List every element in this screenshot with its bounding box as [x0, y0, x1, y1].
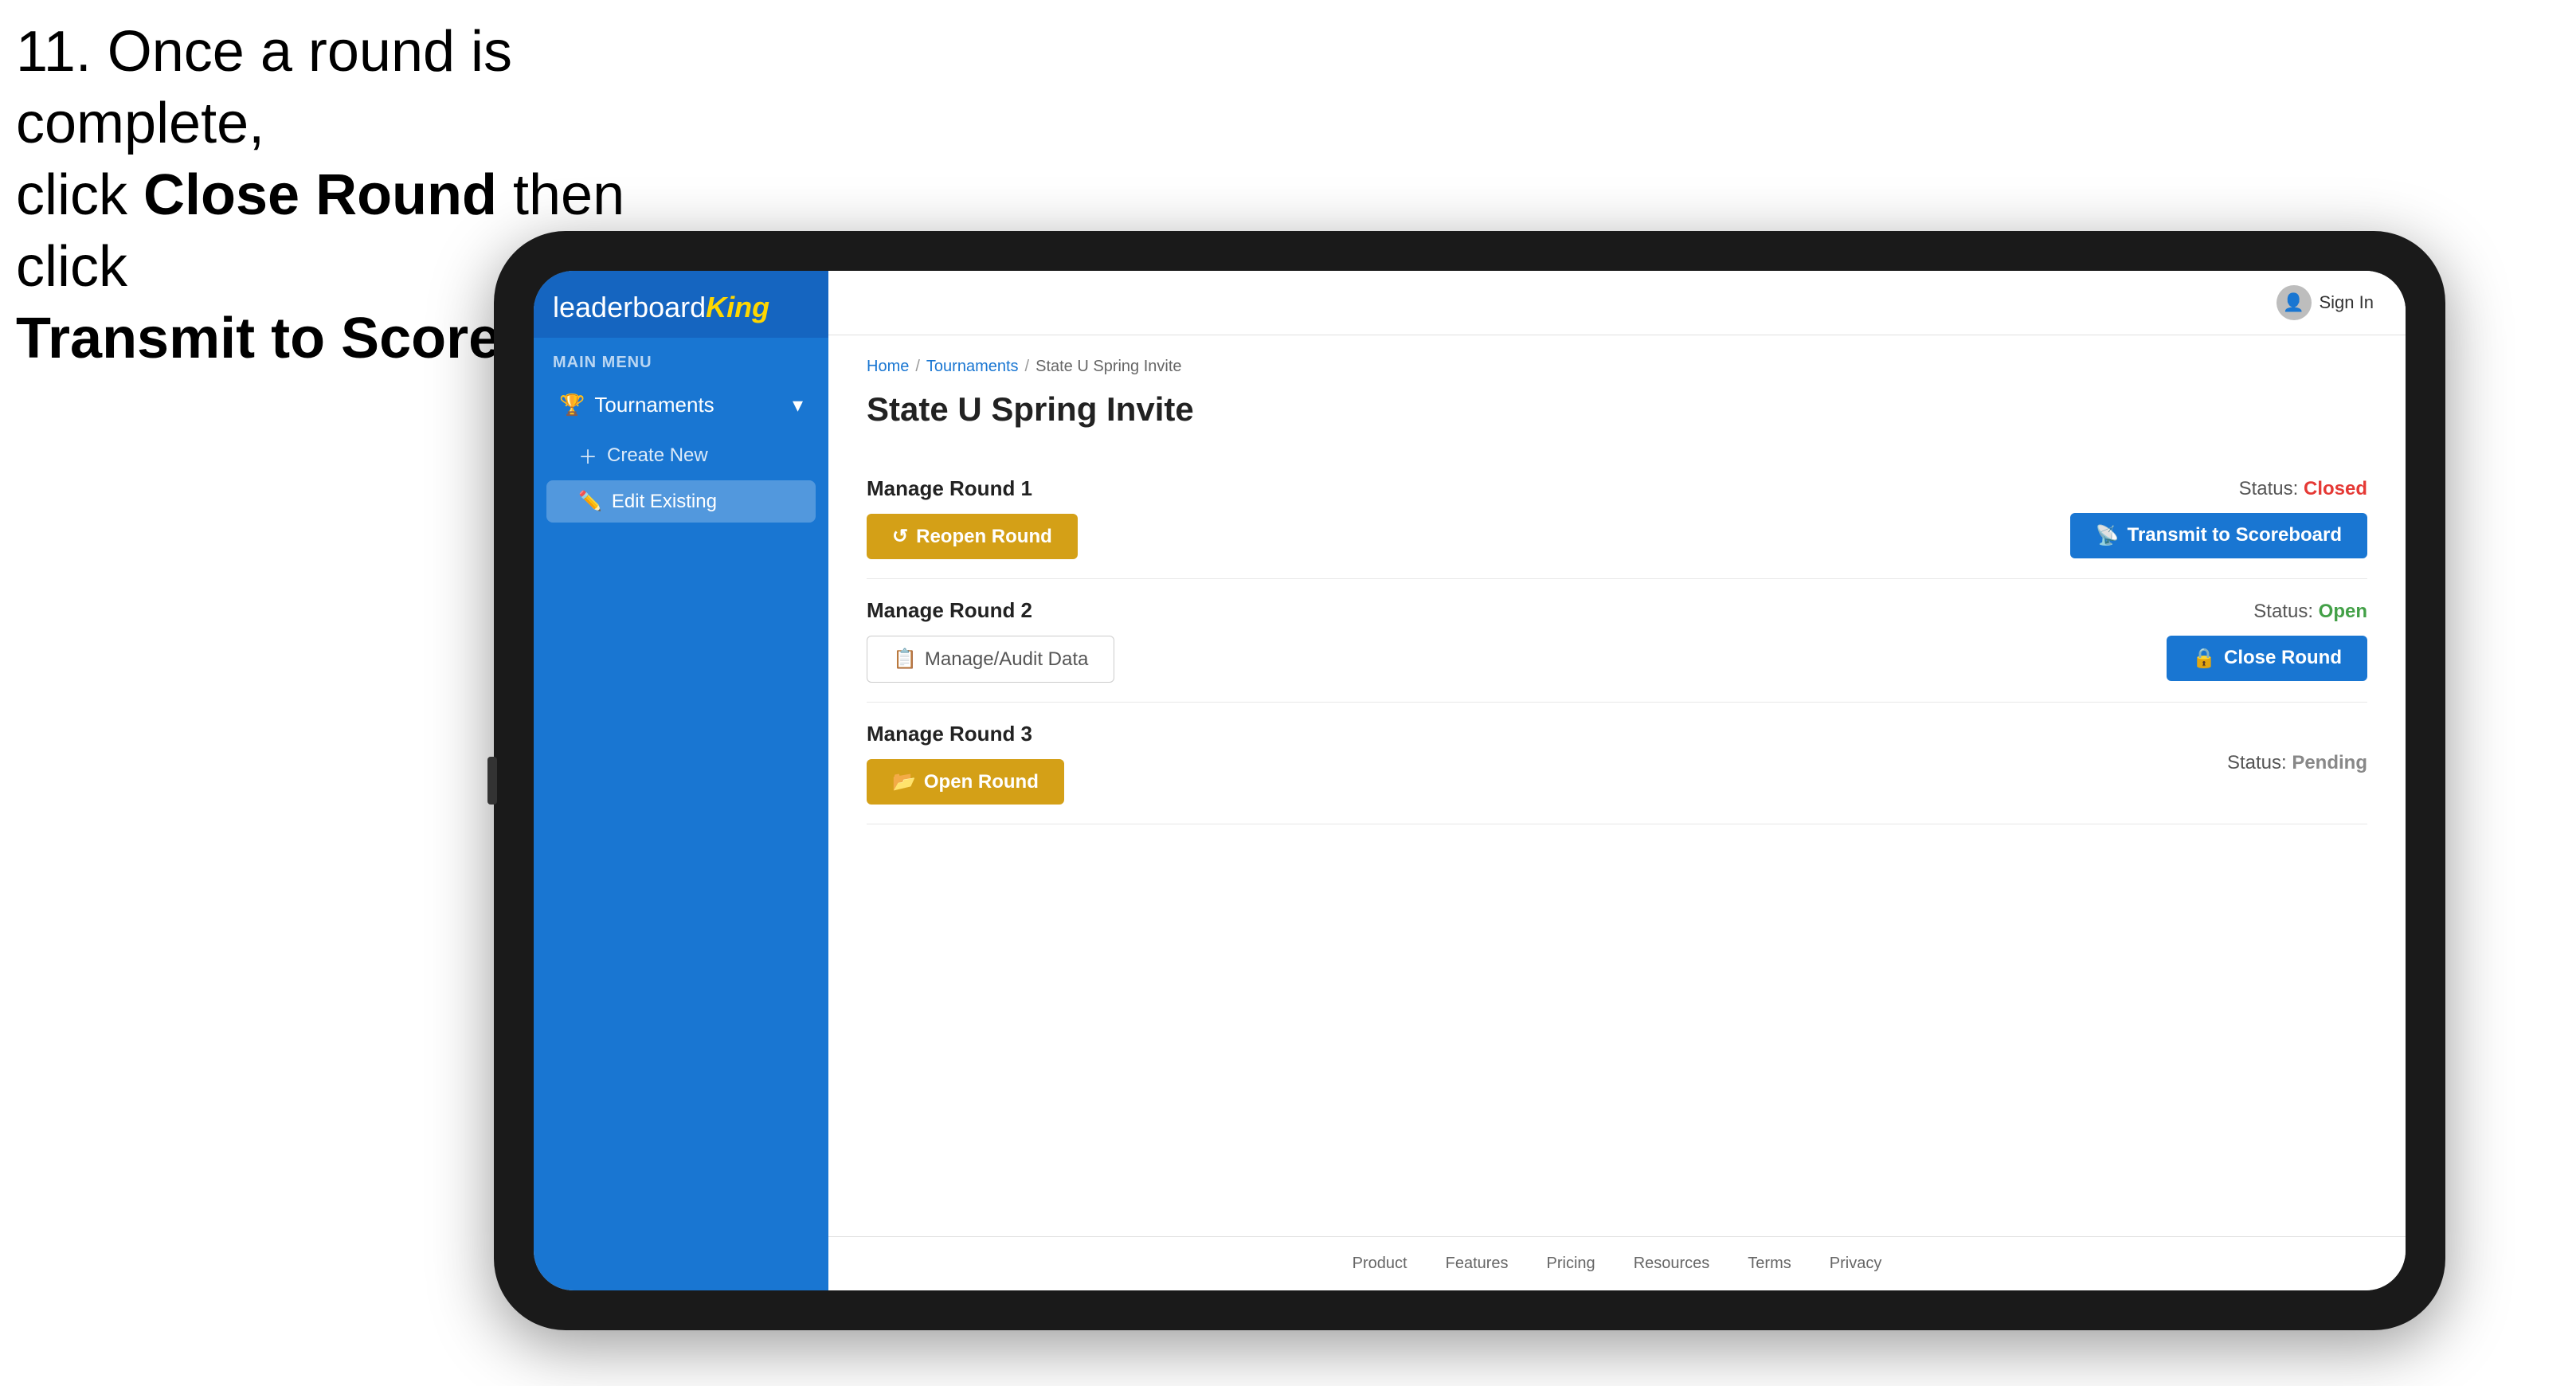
round-3-status: Status: Pending: [2227, 752, 2367, 774]
open-round-label: Open Round: [924, 771, 1039, 793]
round-3-section: Manage Round 3 📂 Open Round Status: Pend…: [867, 703, 2367, 824]
sidebar-item-create-new[interactable]: ＋ Create New: [546, 432, 816, 479]
top-bar: 👤 Sign In: [828, 271, 2406, 335]
round-1-title: Manage Round 1: [867, 476, 1078, 501]
edit-existing-label: Edit Existing: [612, 491, 717, 513]
logo: leaderboardKing: [553, 293, 809, 322]
logo-king: King: [706, 291, 769, 323]
round-2-status-value: Open: [2319, 601, 2367, 622]
footer-link-resources[interactable]: Resources: [1634, 1255, 1710, 1273]
sidebar-tournaments-label: Tournaments: [594, 393, 714, 417]
logo-leaderboard: leaderboard: [553, 291, 706, 323]
breadcrumb-sep2: /: [1025, 358, 1030, 376]
sidebar-logo: leaderboardKing: [534, 271, 828, 338]
sidebar-item-edit-existing[interactable]: ✏️ Edit Existing: [546, 480, 816, 523]
round-2-right: Status: Open 🔒 Close Round: [2167, 601, 2367, 681]
open-round-button[interactable]: 📂 Open Round: [867, 759, 1064, 805]
plus-icon: ＋: [578, 441, 597, 469]
create-new-label: Create New: [607, 444, 708, 467]
reopen-icon: ↺: [892, 525, 908, 548]
round-1-status-label: Status:: [2239, 478, 2304, 499]
footer-link-pricing[interactable]: Pricing: [1547, 1255, 1595, 1273]
sidebar-menu: MAIN MENU 🏆 Tournaments ▾ ＋ Create New: [534, 338, 828, 532]
sidebar-item-tournaments[interactable]: 🏆 Tournaments ▾: [546, 382, 816, 429]
round-2-title: Manage Round 2: [867, 598, 1114, 623]
footer-link-product[interactable]: Product: [1353, 1255, 1407, 1273]
chevron-down-icon: ▾: [793, 393, 803, 417]
round-2-left: Manage Round 2 📋 Manage/Audit Data: [867, 598, 1114, 683]
open-round-icon: 📂: [892, 770, 916, 793]
page-title: State U Spring Invite: [867, 390, 2367, 429]
breadcrumb-sep1: /: [915, 358, 920, 376]
round-1-section: Manage Round 1 ↺ Reopen Round Status: Cl…: [867, 457, 2367, 579]
main-content: 👤 Sign In Home / Tournaments / State U S…: [828, 271, 2406, 1290]
manage-audit-label: Manage/Audit Data: [925, 648, 1088, 671]
round-1-status-value: Closed: [2304, 478, 2367, 499]
tablet-device: leaderboardKing MAIN MENU 🏆 Tournaments …: [494, 231, 2445, 1330]
content-area: Home / Tournaments / State U Spring Invi…: [828, 335, 2406, 1236]
breadcrumb-current: State U Spring Invite: [1035, 358, 1181, 376]
transmit-scoreboard-label: Transmit to Scoreboard: [2128, 524, 2342, 546]
round-3-right: Status: Pending: [2227, 752, 2367, 774]
breadcrumb-home[interactable]: Home: [867, 358, 909, 376]
user-avatar: 👤: [2277, 285, 2312, 320]
round-3-left: Manage Round 3 📂 Open Round: [867, 722, 1064, 805]
round-2-status: Status: Open: [2253, 601, 2367, 623]
round-3-status-value: Pending: [2292, 752, 2367, 773]
footer-link-features[interactable]: Features: [1446, 1255, 1509, 1273]
footer-link-privacy[interactable]: Privacy: [1830, 1255, 1882, 1273]
instruction-bold1: Close Round: [143, 163, 497, 227]
instruction-line2: click: [16, 163, 143, 227]
round-1-right: Status: Closed 📡 Transmit to Scoreboard: [2070, 478, 2367, 558]
app-layout: leaderboardKing MAIN MENU 🏆 Tournaments …: [534, 271, 2406, 1290]
instruction-line1: 11. Once a round is complete,: [16, 20, 512, 155]
transmit-icon: 📡: [2096, 524, 2120, 547]
round-2-status-label: Status:: [2253, 601, 2318, 622]
reopen-round-label: Reopen Round: [916, 526, 1052, 548]
main-menu-label: MAIN MENU: [546, 354, 816, 372]
tablet-screen: leaderboardKing MAIN MENU 🏆 Tournaments …: [534, 271, 2406, 1290]
round-1-status: Status: Closed: [2239, 478, 2367, 500]
tablet-side-button: [487, 757, 497, 805]
trophy-icon: 🏆: [559, 393, 585, 417]
sidebar: leaderboardKing MAIN MENU 🏆 Tournaments …: [534, 271, 828, 1290]
round-1-left: Manage Round 1 ↺ Reopen Round: [867, 476, 1078, 559]
round-3-title: Manage Round 3: [867, 722, 1064, 746]
transmit-scoreboard-button[interactable]: 📡 Transmit to Scoreboard: [2070, 513, 2367, 558]
breadcrumb-tournaments[interactable]: Tournaments: [926, 358, 1019, 376]
round-2-section: Manage Round 2 📋 Manage/Audit Data Statu…: [867, 579, 2367, 703]
manage-audit-button[interactable]: 📋 Manage/Audit Data: [867, 636, 1114, 683]
close-icon: 🔒: [2192, 647, 2216, 670]
audit-icon: 📋: [893, 648, 917, 671]
round-3-status-label: Status:: [2227, 752, 2292, 773]
footer-link-terms[interactable]: Terms: [1748, 1255, 1791, 1273]
sign-in-button[interactable]: 👤 Sign In: [2277, 285, 2374, 320]
close-round-label: Close Round: [2224, 647, 2342, 669]
footer: Product Features Pricing Resources Terms…: [828, 1236, 2406, 1290]
close-round-button[interactable]: 🔒 Close Round: [2167, 636, 2367, 681]
reopen-round-button[interactable]: ↺ Reopen Round: [867, 514, 1078, 559]
edit-icon: ✏️: [578, 490, 602, 513]
breadcrumb: Home / Tournaments / State U Spring Invi…: [867, 358, 2367, 376]
sign-in-label: Sign In: [2320, 292, 2374, 313]
